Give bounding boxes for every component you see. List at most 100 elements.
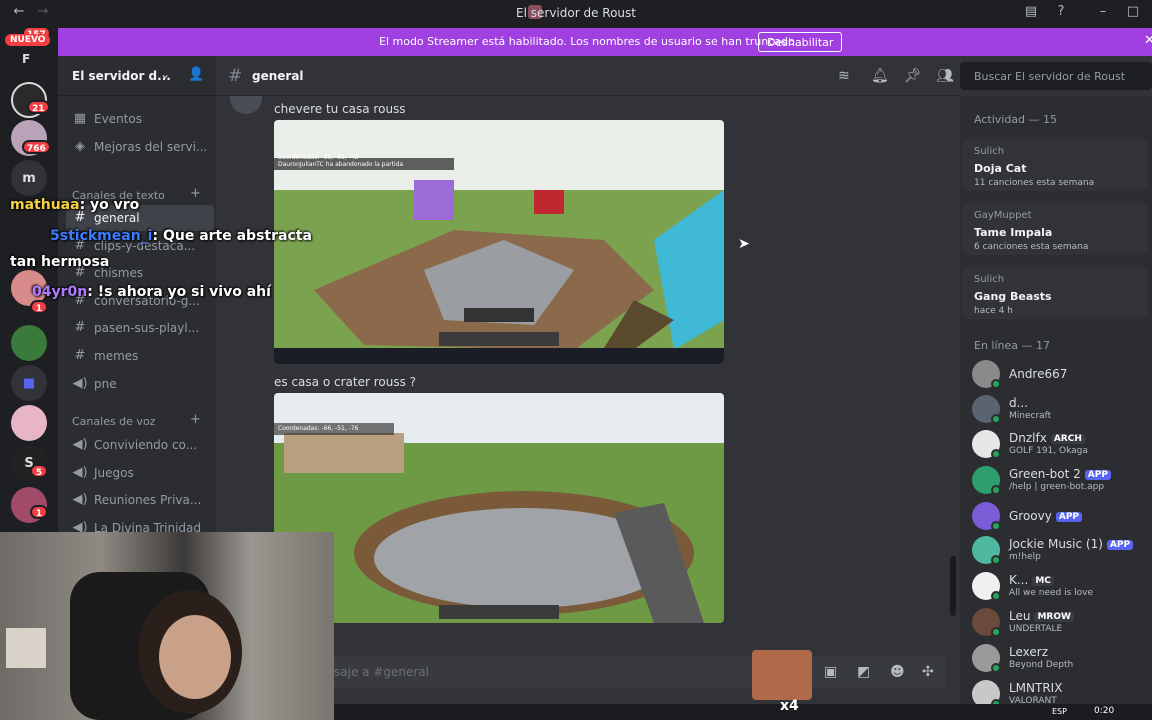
threads-icon[interactable]: ≋ — [838, 68, 850, 84]
voice-channel[interactable]: ◀) Reuniones Priva... — [66, 487, 214, 513]
activity-sub: 11 canciones esta semana — [974, 178, 1095, 188]
server-letter-m[interactable]: m — [11, 160, 47, 196]
app-tag: APP — [1084, 470, 1111, 480]
sticker-icon[interactable]: ◩ — [857, 664, 870, 680]
member-item[interactable]: Dnzlfx ARCH GOLF 191, Okaga — [972, 428, 1148, 462]
online-status-icon — [991, 555, 1001, 565]
sidebar-item-boosts[interactable]: ◈ Mejoras del servi... — [66, 134, 214, 160]
overlay-user: 5stickmean_i — [50, 228, 153, 244]
mouse-cursor-icon: ➤ — [738, 236, 750, 252]
minimize-icon[interactable]: – — [1094, 4, 1112, 19]
message-text: chevere tu casa rouss — [274, 102, 406, 116]
close-banner-icon[interactable]: ✕ — [1144, 33, 1152, 48]
voice-channels-category[interactable]: Canales de voz — [72, 415, 155, 428]
member-activity: All we need is love — [1009, 588, 1094, 598]
hash-icon: # — [74, 320, 86, 335]
member-activity: m!help — [1009, 552, 1041, 562]
member-name: LMNTRIX — [1009, 681, 1063, 695]
member-item[interactable]: Leu MROW UNDERTALE — [972, 606, 1148, 640]
hash-icon: # — [228, 66, 243, 86]
channel-pne[interactable]: ◀) pne — [66, 371, 214, 397]
voice-channel[interactable]: ◀) Juegos — [66, 460, 214, 486]
member-activity: /help | green-bot.app — [1009, 482, 1105, 492]
member-tag: MC — [1032, 576, 1054, 586]
banner-message: El modo Streamer está habilitado. Los no… — [379, 35, 799, 48]
voice-channel[interactable]: ◀) Conviviendo co... — [66, 432, 214, 458]
server-name: El servidor d... — [72, 69, 171, 83]
image-hud-text: Coordenadas: -86, -55, -42 — [278, 154, 359, 161]
image-hud-text: DauronJulianTC ha abandonado la partida — [278, 161, 404, 168]
webcam-feed — [6, 572, 242, 720]
scrollbar[interactable] — [950, 556, 956, 616]
online-status-icon — [991, 449, 1001, 459]
server-header[interactable]: El servidor d... ⌄ 👤 — [58, 56, 216, 96]
channel-title: general — [252, 69, 304, 83]
overlay-chat-line: tan hermosa — [10, 254, 109, 270]
member-item[interactable]: Jockie Music (1) APP m!help — [972, 534, 1148, 568]
channel-label: Juegos — [94, 466, 134, 480]
overlay-text: : Que arte abstracta — [152, 228, 312, 244]
overlay-chat-line: mathuaa: yo vro — [10, 197, 139, 213]
overlay-user: mathuaa — [10, 197, 80, 213]
online-status-icon — [991, 627, 1001, 637]
members-icon[interactable]: 👥︎ — [936, 68, 954, 84]
overlay-user: 04yr0n — [32, 284, 88, 300]
message-image-attachment[interactable]: Coordenadas: -86, -55, -42 DauronJulianT… — [274, 120, 724, 364]
sidebar-item-events[interactable]: ▦ Eventos — [66, 106, 214, 132]
server-avatar[interactable] — [11, 405, 47, 441]
bell-icon[interactable]: 🔔︎ — [871, 68, 889, 84]
disable-streamer-button[interactable]: Deshabilitar — [758, 32, 843, 52]
member-tag: MROW — [1034, 612, 1074, 622]
server-letter-f[interactable]: F — [22, 52, 30, 66]
chevron-down-icon[interactable]: ⌄ — [160, 67, 170, 81]
server-badge: 1 — [30, 505, 48, 519]
overlay-text: : !s ahora yo si vivo ahí — [87, 284, 271, 300]
member-item[interactable]: K... MC All we need is love — [972, 570, 1148, 604]
apps-icon[interactable]: ✣ — [922, 664, 934, 680]
add-voice-channel-icon[interactable]: + — [190, 412, 201, 427]
channel-memes[interactable]: # memes — [66, 343, 214, 369]
message-image-attachment[interactable]: Coordenadas: -66, -51, -76 — [274, 393, 724, 623]
chat-header: # general ≋ 🔔︎ 📌︎ 👥︎ — [216, 56, 960, 96]
clock[interactable]: 0:20 — [1094, 706, 1114, 716]
message-input[interactable]: saje a #general — [232, 656, 946, 688]
emoji-icon[interactable]: ☻ — [890, 664, 905, 680]
gif-icon[interactable]: ▣ — [824, 664, 837, 680]
member-item[interactable]: d... Minecraft — [972, 393, 1148, 427]
online-status-icon — [991, 591, 1001, 601]
help-icon[interactable]: ? — [1052, 4, 1070, 19]
inbox-icon[interactable]: ▤ — [1022, 4, 1040, 19]
folder-icon[interactable]: ■ — [11, 365, 47, 401]
channel-label: general — [94, 211, 140, 225]
online-status-icon — [991, 521, 1001, 531]
activity-title: Tame Impala — [974, 226, 1053, 239]
overlay-text: tan hermosa — [10, 254, 110, 270]
channel-label: pne — [94, 377, 117, 391]
maximize-icon[interactable]: □ — [1124, 4, 1142, 19]
webcam-overlay — [0, 532, 334, 720]
member-tag: ARCH — [1050, 434, 1085, 444]
online-header: En línea — 17 — [974, 339, 1051, 352]
reaction-gif — [752, 650, 812, 700]
speaker-icon: ◀) — [72, 437, 88, 452]
language-indicator[interactable]: ESP — [1052, 707, 1067, 716]
online-status-icon — [991, 379, 1001, 389]
server-avatar[interactable] — [11, 325, 47, 361]
pin-icon[interactable]: 📌︎ — [904, 68, 922, 84]
member-item[interactable]: Lexerz Beyond Depth — [972, 642, 1148, 676]
member-item[interactable]: Green-bot 2 APP /help | green-bot.app — [972, 464, 1148, 498]
search-input[interactable]: Buscar El servidor de Roust — [960, 62, 1152, 90]
channel-pasen-sus-playlists[interactable]: # pasen-sus-playl... — [66, 315, 214, 341]
add-channel-icon[interactable]: + — [190, 186, 201, 201]
member-name: Green-bot 2 — [1009, 467, 1081, 481]
member-item[interactable]: Groovy APP — [972, 500, 1148, 534]
message-text: es casa o crater rouss ? — [274, 375, 417, 389]
activity-user: GayMuppet — [974, 210, 1032, 221]
title-bar: ← → El servidor de Roust ▤ ? – □ — [0, 0, 1152, 26]
search-placeholder: Buscar El servidor de Roust — [974, 70, 1126, 83]
member-name: Jockie Music (1) — [1009, 537, 1103, 551]
avatar[interactable] — [230, 96, 262, 114]
server-badge: 766 — [22, 140, 51, 154]
member-item[interactable]: Andre667 — [972, 358, 1148, 392]
add-member-icon[interactable]: 👤 — [188, 67, 204, 82]
